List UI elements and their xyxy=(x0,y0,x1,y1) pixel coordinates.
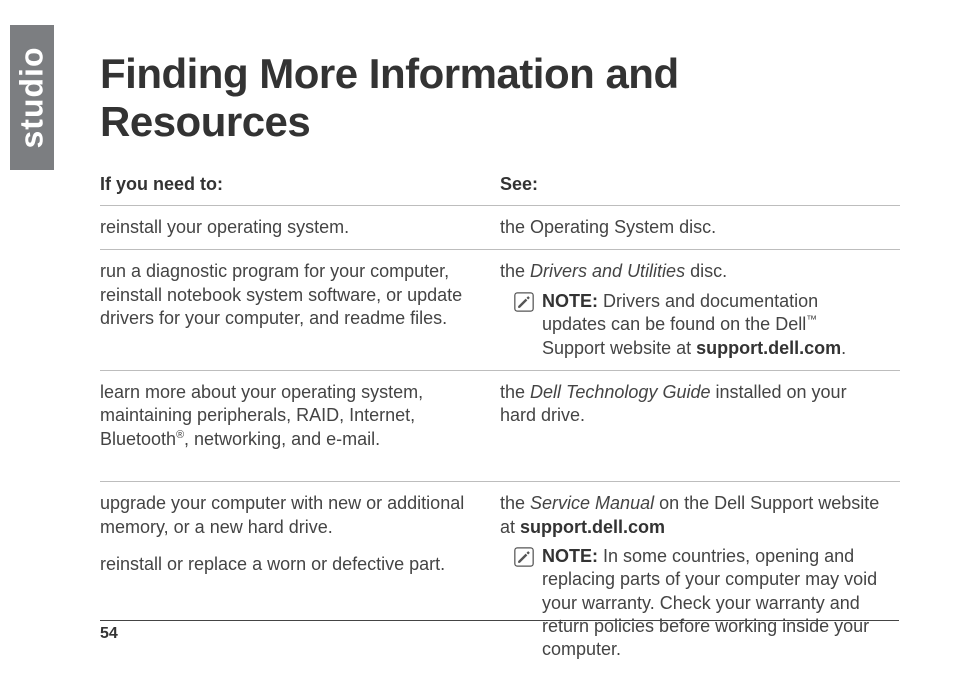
text: the xyxy=(500,382,530,402)
resources-table: If you need to: See: reinstall your oper… xyxy=(100,168,900,672)
need-cell: learn more about your operating system, … xyxy=(100,370,500,481)
text-italic: Dell Technology Guide xyxy=(530,382,710,402)
see-cell: the Dell Technology Guide installed on y… xyxy=(500,370,900,481)
col-header-see: See: xyxy=(500,168,900,206)
note-pencil-icon xyxy=(514,547,534,567)
table-row: upgrade your computer with new or additi… xyxy=(100,482,900,672)
text: disc. xyxy=(685,261,727,281)
text: the xyxy=(500,261,530,281)
support-url: support.dell.com xyxy=(520,517,665,537)
see-text: the Drivers and Utilities disc. xyxy=(500,260,884,283)
text: , networking, and e-mail. xyxy=(184,429,380,449)
see-text: the Service Manual on the Dell Support w… xyxy=(500,492,884,539)
col-header-need: If you need to: xyxy=(100,168,500,206)
need-cell: run a diagnostic program for your comput… xyxy=(100,250,500,371)
need-cell: upgrade your computer with new or additi… xyxy=(100,482,500,672)
table-row: run a diagnostic program for your comput… xyxy=(100,250,900,371)
see-cell: the Drivers and Utilities disc. NOTE: Dr… xyxy=(500,250,900,371)
brand-side-tab: studio xyxy=(10,25,54,170)
note-text: NOTE: Drivers and documentation updates … xyxy=(542,290,884,360)
table-row: reinstall your operating system. the Ope… xyxy=(100,206,900,250)
page-title: Finding More Information and Resources xyxy=(100,50,899,146)
text: the xyxy=(500,493,530,513)
need-line-1: upgrade your computer with new or additi… xyxy=(100,492,484,539)
trademark-symbol: ™ xyxy=(806,314,817,326)
note-text: NOTE: In some countries, opening and rep… xyxy=(542,545,884,662)
note-block: NOTE: Drivers and documentation updates … xyxy=(500,290,884,360)
note-label: NOTE: xyxy=(542,546,598,566)
support-url: support.dell.com xyxy=(696,338,841,358)
table-row: learn more about your operating system, … xyxy=(100,370,900,481)
text: . xyxy=(841,338,846,358)
page-number: 54 xyxy=(100,625,118,642)
page-container: studio Finding More Information and Reso… xyxy=(0,0,954,677)
page-footer: 54 xyxy=(100,620,899,643)
see-cell: the Service Manual on the Dell Support w… xyxy=(500,482,900,672)
text: Support website at xyxy=(542,338,696,358)
need-cell: reinstall your operating system. xyxy=(100,206,500,250)
brand-label: studio xyxy=(14,47,51,149)
note-label: NOTE: xyxy=(542,291,598,311)
note-pencil-icon xyxy=(514,292,534,312)
note-block: NOTE: In some countries, opening and rep… xyxy=(500,545,884,662)
registered-symbol: ® xyxy=(176,429,184,441)
text-italic: Service Manual xyxy=(530,493,654,513)
text-italic: Drivers and Utilities xyxy=(530,261,685,281)
see-cell: the Operating System disc. xyxy=(500,206,900,250)
need-line-2: reinstall or replace a worn or defective… xyxy=(100,553,484,576)
